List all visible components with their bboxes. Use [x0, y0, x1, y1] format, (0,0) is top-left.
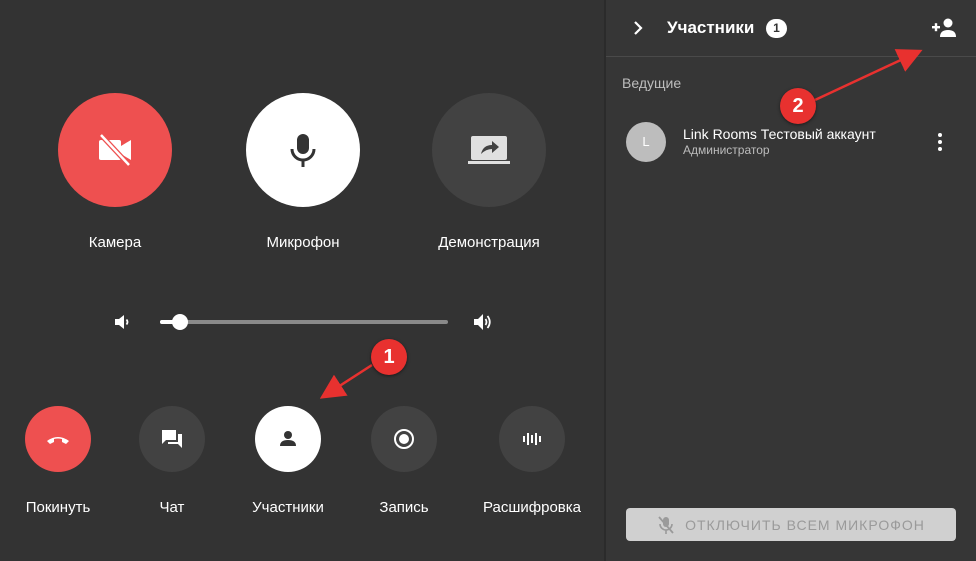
annotation-arrows [319, 49, 923, 399]
annotation-arrow-2 [814, 49, 923, 102]
annotation-callout-1: 1 [371, 339, 407, 375]
annotation-callout-2: 2 [780, 88, 816, 124]
annotation-arrow-1 [319, 363, 373, 399]
